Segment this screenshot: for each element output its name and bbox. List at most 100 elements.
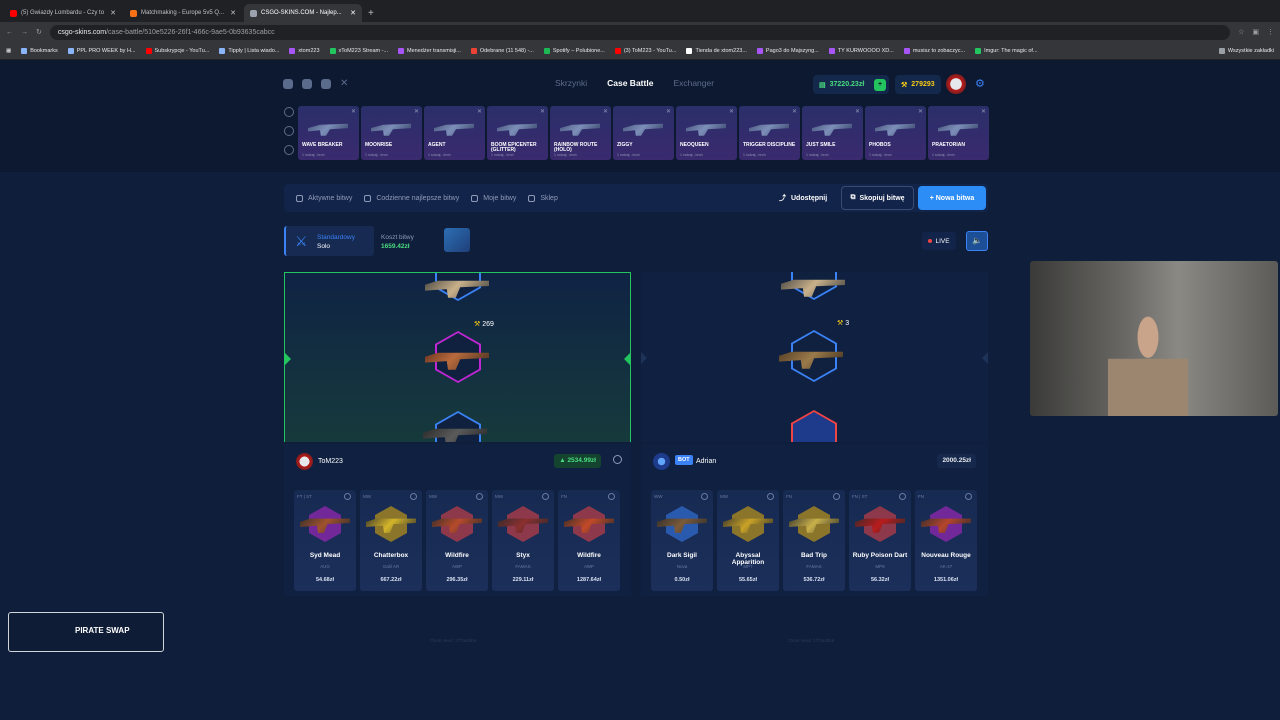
- back-icon[interactable]: ←: [6, 29, 13, 36]
- thumbs-up-icon[interactable]: [284, 126, 294, 136]
- remove-icon[interactable]: ✕: [855, 108, 860, 115]
- bookmark-item[interactable]: xtom223: [289, 47, 320, 54]
- remove-icon[interactable]: ✕: [792, 108, 797, 115]
- case-card[interactable]: ✕ RAINBOW ROUTE (HOLO) 1 rodzaj - broń: [550, 106, 611, 160]
- won-item-card[interactable]: MW Wildfire AWP 296.35zł: [426, 490, 488, 591]
- apps-icon[interactable]: ▦: [6, 48, 11, 54]
- won-item-card[interactable]: FN Bad Trip FAMAS 536.72zł: [783, 490, 845, 591]
- case-card[interactable]: ✕ JUST SMILE 1 rodzaj - broń: [802, 106, 863, 160]
- points-box[interactable]: ⚒ 279293: [895, 75, 941, 94]
- deposit-button[interactable]: +: [874, 78, 886, 91]
- my-battles-link[interactable]: Moje bitwy: [471, 194, 516, 202]
- remove-icon[interactable]: ✕: [918, 108, 923, 115]
- won-item-card[interactable]: WW Dark Sigil Nova 0.50zł: [651, 490, 713, 591]
- case-card[interactable]: ✕ PHOBOS 1 rodzaj - broń: [865, 106, 926, 160]
- lock-icon[interactable]: [701, 493, 708, 500]
- balance-box[interactable]: ▤ 37220.23zł +: [813, 75, 889, 94]
- case-weapon-image: [560, 123, 600, 136]
- case-card[interactable]: ✕ NEOQUEEN 1 rodzaj - broń: [676, 106, 737, 160]
- remove-icon[interactable]: ✕: [414, 108, 419, 115]
- browser-tab-1[interactable]: (5) Gwiazdy Lombardu - Czy to ✕: [4, 4, 122, 22]
- shop-link[interactable]: Sklep: [528, 194, 558, 202]
- bookmark-item[interactable]: xToM223 Stream -...: [329, 47, 388, 54]
- close-icon[interactable]: ✕: [230, 9, 236, 17]
- bookmark-item[interactable]: Menedżer transmisji...: [398, 47, 461, 54]
- star-icon[interactable]: ☆: [1238, 28, 1244, 36]
- case-card[interactable]: ✕ AGENT 1 rodzaj - broń: [424, 106, 485, 160]
- lock-icon[interactable]: [410, 493, 417, 500]
- won-item-card[interactable]: FT | ST Syd Mead AUG 54.68zł: [294, 490, 356, 591]
- remove-icon[interactable]: ✕: [540, 108, 545, 115]
- remove-icon[interactable]: ✕: [351, 108, 356, 115]
- discord-icon[interactable]: [283, 79, 293, 89]
- case-card[interactable]: ✕ BOOM EPICENTER (GLITTER) 1 rodzaj - broń: [487, 106, 548, 160]
- item-name: Syd Mead: [309, 552, 341, 559]
- case-card[interactable]: ✕ MOONRISE 1 rodzaj - broń: [361, 106, 422, 160]
- nav-skrzynki[interactable]: Skrzynki: [555, 78, 587, 88]
- remove-icon[interactable]: ✕: [477, 108, 482, 115]
- gear-icon[interactable]: ⚙: [975, 78, 987, 90]
- facebook-icon[interactable]: [302, 79, 312, 89]
- avatar[interactable]: [946, 74, 966, 94]
- bookmark-item[interactable]: Tipply | Lista wiado...: [219, 47, 279, 54]
- copy-battle-button[interactable]: ⧉ Skopiuj bitwę: [841, 186, 914, 210]
- case-card[interactable]: ✕ TRIGGER DISCIPLINE 1 rodzaj - broń: [739, 106, 800, 160]
- lock-icon[interactable]: [476, 493, 483, 500]
- lock-icon[interactable]: [767, 493, 774, 500]
- daily-best-link[interactable]: Codzienne najlepsze bitwy: [364, 194, 459, 202]
- won-item-card[interactable]: MW Styx FAMAS 229.11zł: [492, 490, 554, 591]
- bookmark-item[interactable]: musisz to zobaczyc...: [903, 47, 965, 54]
- remove-icon[interactable]: ✕: [729, 108, 734, 115]
- lock-icon[interactable]: [542, 493, 549, 500]
- bookmark-item[interactable]: Subskrypcje - YouTu...: [145, 47, 209, 54]
- lock-icon[interactable]: [899, 493, 906, 500]
- lock-icon[interactable]: [608, 493, 615, 500]
- share-button[interactable]: ⤴ Udostępnij: [779, 184, 827, 212]
- extensions-icon[interactable]: ▣: [1252, 28, 1259, 36]
- won-item-card[interactable]: MW Abyssal Apparition MP7 55.65zł: [717, 490, 779, 591]
- close-icon[interactable]: ✕: [110, 9, 116, 17]
- remove-icon[interactable]: ✕: [981, 108, 986, 115]
- new-battle-button[interactable]: + Nowa bitwa: [918, 186, 986, 210]
- url-field[interactable]: csgo-skins.com/case-battle/510e5226-26f1…: [49, 24, 1231, 40]
- case-card[interactable]: ✕ WAVE BREAKER 1 rodzaj - broń: [298, 106, 359, 160]
- forward-icon[interactable]: →: [21, 29, 28, 36]
- bookmark-item[interactable]: Pago3 do Majszyng...: [756, 47, 819, 54]
- info-icon[interactable]: [613, 455, 622, 464]
- bookmark-item[interactable]: Imgur: The magic of...: [975, 47, 1038, 54]
- menu-icon[interactable]: ⋮: [1267, 28, 1274, 36]
- bookmark-item[interactable]: PPL PRO WEEK by H...: [67, 47, 136, 54]
- lock-icon[interactable]: [833, 493, 840, 500]
- remove-icon[interactable]: ✕: [666, 108, 671, 115]
- won-item-card[interactable]: FN Nouveau Rouge AK-47 1351.06zł: [915, 490, 977, 591]
- sound-toggle-icon[interactable]: 🔈: [966, 231, 988, 251]
- won-item-card[interactable]: MW Chatterbox Galil AR 667.22zł: [360, 490, 422, 591]
- lock-icon[interactable]: [344, 493, 351, 500]
- all-bookmarks[interactable]: Wszystkie zakładki: [1218, 47, 1274, 54]
- case-card[interactable]: ✕ ZIGGY 1 rodzaj - broń: [613, 106, 674, 160]
- remove-icon[interactable]: ✕: [603, 108, 608, 115]
- bookmark-item[interactable]: Bookmarks: [21, 47, 58, 54]
- browser-tab-2[interactable]: Matchmaking - Europe 5v5 Q... ✕: [124, 4, 242, 22]
- nav-exchanger[interactable]: Exchanger: [673, 78, 714, 88]
- bookmark-item[interactable]: TY KURWOOOO XD...: [828, 47, 894, 54]
- bookmark-item[interactable]: (3) ToM223 - YouTu...: [614, 47, 676, 54]
- x-icon[interactable]: ✕: [340, 79, 350, 89]
- instagram-icon[interactable]: [321, 79, 331, 89]
- case-card[interactable]: ✕ PRAETORIAN 1 rodzaj - broń: [928, 106, 989, 160]
- browser-tab-3[interactable]: CSGO-SKINS.COM - Najlep... ✕: [244, 4, 362, 22]
- lock-icon[interactable]: [965, 493, 972, 500]
- clock-icon[interactable]: [284, 107, 294, 117]
- case-box-icon[interactable]: [444, 228, 470, 252]
- won-item-card[interactable]: FN Wildfire AWP 1287.64zł: [558, 490, 620, 591]
- close-icon[interactable]: ✕: [350, 9, 356, 17]
- bookmark-item[interactable]: Tienda de xtom223...: [686, 47, 747, 54]
- bookmark-item[interactable]: Odebrane (11 548) -...: [470, 47, 534, 54]
- active-battles-link[interactable]: Aktywne bitwy: [296, 194, 352, 202]
- bookmark-item[interactable]: Spotify – Polubione...: [543, 47, 605, 54]
- star-icon[interactable]: [284, 145, 294, 155]
- reload-icon[interactable]: ↻: [36, 28, 42, 36]
- nav-case-battle[interactable]: Case Battle: [607, 78, 653, 88]
- new-tab-icon[interactable]: +: [368, 8, 374, 19]
- won-item-card[interactable]: FN | ST Ruby Poison Dart MP9 56.32zł: [849, 490, 911, 591]
